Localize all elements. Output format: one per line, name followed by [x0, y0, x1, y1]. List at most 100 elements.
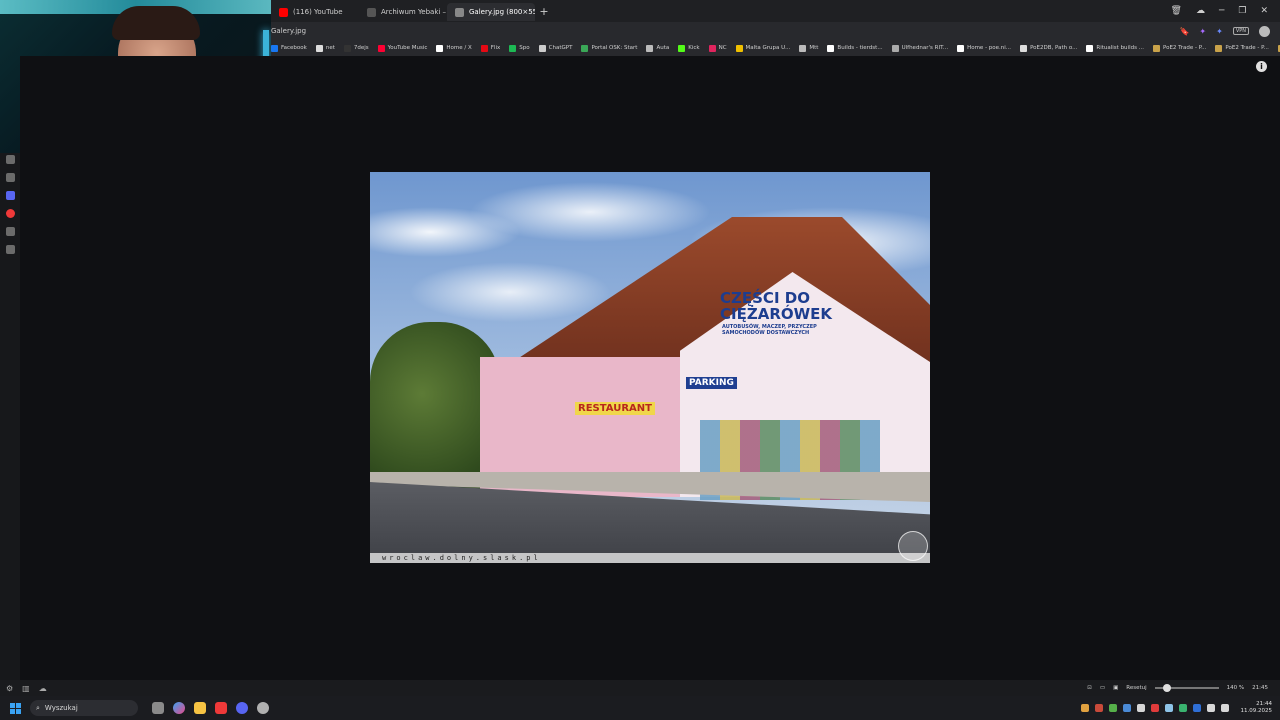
- bookmark-item[interactable]: ChatGPT: [538, 44, 572, 52]
- window-controls: 🗑 ☁ ─ ❐ ✕: [1171, 0, 1280, 22]
- tiling-icon[interactable]: ▭: [1100, 685, 1105, 691]
- bookmark-item[interactable]: Facebook: [271, 44, 307, 52]
- tray-app-icon[interactable]: [1164, 704, 1173, 712]
- zoom-slider[interactable]: [1154, 684, 1219, 692]
- tray-app-icon[interactable]: [1108, 704, 1117, 712]
- tab-archiwum[interactable]: Archiwum Yebaki – Marian: [359, 3, 447, 21]
- bookmark-item[interactable]: Auta: [646, 44, 669, 52]
- tray-app-icon[interactable]: [1122, 704, 1131, 712]
- extension-icon[interactable]: ✦: [1216, 27, 1223, 36]
- restore-icon[interactable]: ❐: [1238, 6, 1246, 16]
- bookmark-item[interactable]: NC: [708, 44, 727, 52]
- taskbar-clock[interactable]: 21:44 11.09.2025: [1241, 701, 1273, 715]
- displayed-photo[interactable]: CZĘŚCI DO CIĘŻARÓWEK AUTOBUSÓW, MACZEP, …: [370, 172, 930, 563]
- panel-add-icon[interactable]: [5, 245, 15, 254]
- profile-avatar[interactable]: [1259, 25, 1270, 37]
- bookmark-item[interactable]: PoE2 Trade - P...: [1215, 44, 1269, 52]
- bookmark-favicon-icon: [377, 44, 385, 52]
- bookmark-item[interactable]: 7dejs: [343, 44, 369, 52]
- bookmark-item[interactable]: Flix: [480, 44, 500, 52]
- taskbar-search[interactable]: ⌕ Wyszukaj: [30, 700, 138, 716]
- zoom-reset-button[interactable]: Resetuj: [1126, 685, 1146, 691]
- tab-youtube[interactable]: (116) YouTube: [271, 3, 359, 21]
- trash-icon[interactable]: 🗑: [1171, 6, 1182, 16]
- image-favicon-icon: [455, 7, 464, 17]
- bookmark-item[interactable]: Home / X: [436, 44, 472, 52]
- bookmark-item[interactable]: Ulfhednar's RIT...: [891, 44, 949, 52]
- copilot-icon[interactable]: [173, 702, 185, 714]
- tray-app-icon[interactable]: [1150, 704, 1159, 712]
- bookmark-label: 7dejs: [353, 45, 369, 51]
- bookmark-item[interactable]: Portal OSK: Start: [581, 44, 637, 52]
- bookmark-item[interactable]: Builds - tierdst...: [827, 44, 883, 52]
- info-icon[interactable]: i: [1256, 61, 1267, 72]
- wifi-icon[interactable]: [1206, 704, 1215, 712]
- tab-label: Galery.jpg (800×558): [469, 8, 535, 16]
- bookmark-favicon-icon: [343, 44, 351, 52]
- cloud-icon[interactable]: ☁: [1196, 6, 1205, 16]
- vpn-badge[interactable]: VPN: [1232, 27, 1249, 35]
- address-text[interactable]: Galery.jpg: [271, 27, 306, 35]
- task-view-icon[interactable]: [152, 702, 164, 714]
- tray-app-icon[interactable]: [1094, 704, 1103, 712]
- bookmark-favicon-icon: [538, 44, 546, 52]
- bookmark-favicon-icon: [1020, 44, 1028, 52]
- capture-icon[interactable]: ⊡: [1087, 685, 1092, 691]
- zoom-slider-handle[interactable]: [1163, 684, 1172, 692]
- panel-discord-icon[interactable]: [5, 191, 15, 200]
- tray-app-icon[interactable]: [1080, 704, 1089, 712]
- page-actions-icon[interactable]: ▣: [1113, 685, 1118, 691]
- bookmark-favicon-icon: [581, 44, 589, 52]
- tab-galery[interactable]: Galery.jpg (800×558) ✕: [447, 3, 535, 21]
- sync-cloud-icon[interactable]: ☁: [39, 684, 47, 693]
- volume-icon[interactable]: [1220, 704, 1229, 712]
- bookmark-item[interactable]: net: [315, 44, 335, 52]
- clock-date: 11.09.2025: [1240, 708, 1273, 714]
- file-explorer-icon[interactable]: [194, 702, 206, 714]
- windows-start-icon[interactable]: [10, 702, 21, 714]
- bookmark-label: Ulfhednar's RIT...: [901, 45, 949, 51]
- panel-reading-icon[interactable]: [5, 173, 15, 182]
- image-viewer: i CZĘŚCI DO CIĘŻARÓWEK AUTOBUSÓW, MACZEP…: [20, 56, 1280, 680]
- bookmark-favicon-icon: [799, 44, 807, 52]
- bookmark-label: Malta Grupa U...: [745, 45, 791, 51]
- bookmark-favicon-icon: [827, 44, 835, 52]
- panel-history-icon[interactable]: [5, 227, 15, 236]
- bookmark-item[interactable]: Home - poe.ni...: [957, 44, 1011, 52]
- settings-icon[interactable]: ⚙: [6, 684, 13, 693]
- bookmark-label: Facebook: [281, 45, 307, 51]
- tray-app-icon[interactable]: [1136, 704, 1145, 712]
- bookmark-label: Ritualist builds ...: [1096, 45, 1144, 51]
- bookmark-icon[interactable]: 🔖: [1179, 27, 1189, 36]
- new-tab-button[interactable]: +: [535, 2, 553, 20]
- vivaldi-browser-icon[interactable]: [215, 702, 227, 714]
- steam-settings-icon[interactable]: [257, 702, 269, 714]
- bookmark-favicon-icon: [315, 44, 323, 52]
- bookmark-item[interactable]: Malta Grupa U...: [735, 44, 791, 52]
- bookmark-favicon-icon: [708, 44, 716, 52]
- tray-app-icon[interactable]: [1178, 704, 1187, 712]
- windows-taskbar: ⌕ Wyszukaj 21:44 11.09.2025: [0, 696, 1280, 720]
- taskbar-apps: [152, 702, 269, 714]
- bookmark-item[interactable]: Mtt: [799, 44, 818, 52]
- tray-app-icon[interactable]: [1192, 704, 1201, 712]
- panel-bookmark-icon[interactable]: [5, 155, 15, 164]
- close-window-icon[interactable]: ✕: [1260, 6, 1268, 16]
- youtube-favicon-icon: [279, 7, 288, 17]
- minimize-icon[interactable]: ─: [1219, 6, 1224, 16]
- bookmark-item[interactable]: PoE2DB, Path o...: [1020, 44, 1077, 52]
- bookmark-favicon-icon: [678, 44, 686, 52]
- bookmark-label: Spo: [519, 45, 530, 51]
- status-left-tools: ⚙ ▥ ☁: [0, 684, 47, 693]
- discord-icon[interactable]: [236, 702, 248, 714]
- bookmark-item[interactable]: Ritualist builds ...: [1086, 44, 1144, 52]
- panel-vivaldi-icon[interactable]: [5, 209, 15, 218]
- bookmark-item[interactable]: PoE2 Trade - P...: [1152, 44, 1206, 52]
- extension-icon[interactable]: ✦: [1199, 27, 1206, 36]
- screen: (116) YouTube Archiwum Yebaki – Marian G…: [0, 0, 1280, 720]
- bookmark-favicon-icon: [509, 44, 517, 52]
- bookmark-item[interactable]: Kick: [678, 44, 700, 52]
- bookmark-item[interactable]: YouTube Music: [377, 44, 427, 52]
- panel-toggle-icon[interactable]: ▥: [22, 684, 30, 693]
- bookmark-item[interactable]: Spo: [509, 44, 530, 52]
